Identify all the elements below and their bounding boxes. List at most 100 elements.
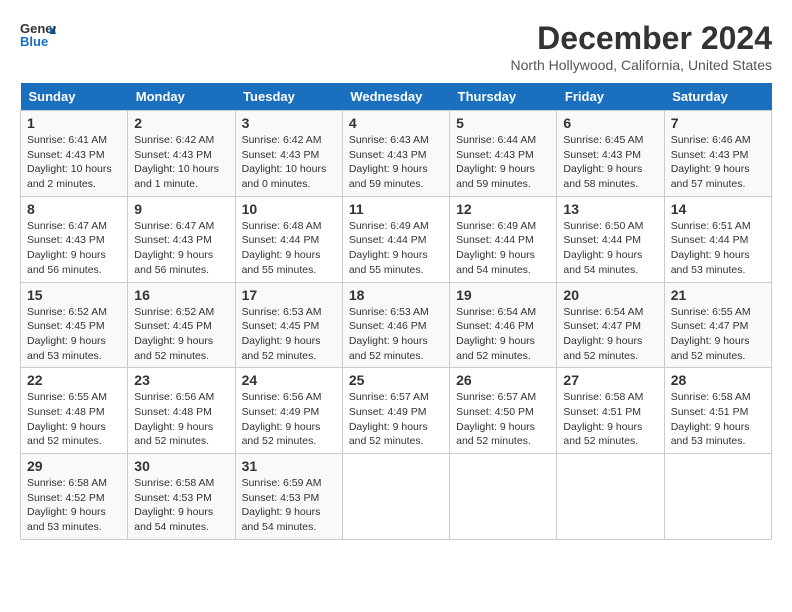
day-cell: 6 Sunrise: 6:45 AMSunset: 4:43 PMDayligh…: [557, 111, 664, 197]
day-cell: 8 Sunrise: 6:47 AMSunset: 4:43 PMDayligh…: [21, 196, 128, 282]
day-info: Sunrise: 6:42 AMSunset: 4:43 PMDaylight:…: [134, 133, 228, 192]
day-info: Sunrise: 6:42 AMSunset: 4:43 PMDaylight:…: [242, 133, 336, 192]
header-friday: Friday: [557, 83, 664, 111]
day-info: Sunrise: 6:54 AMSunset: 4:46 PMDaylight:…: [456, 305, 550, 364]
day-info: Sunrise: 6:45 AMSunset: 4:43 PMDaylight:…: [563, 133, 657, 192]
day-number: 25: [349, 372, 443, 388]
day-number: 24: [242, 372, 336, 388]
day-info: Sunrise: 6:47 AMSunset: 4:43 PMDaylight:…: [134, 219, 228, 278]
day-info: Sunrise: 6:49 AMSunset: 4:44 PMDaylight:…: [349, 219, 443, 278]
day-info: Sunrise: 6:58 AMSunset: 4:53 PMDaylight:…: [134, 476, 228, 535]
day-number: 10: [242, 201, 336, 217]
day-info: Sunrise: 6:47 AMSunset: 4:43 PMDaylight:…: [27, 219, 121, 278]
day-info: Sunrise: 6:56 AMSunset: 4:49 PMDaylight:…: [242, 390, 336, 449]
day-number: 5: [456, 115, 550, 131]
header-thursday: Thursday: [450, 83, 557, 111]
day-number: 3: [242, 115, 336, 131]
day-cell: 29 Sunrise: 6:58 AMSunset: 4:52 PMDaylig…: [21, 454, 128, 540]
logo: General Blue: [20, 20, 56, 48]
header-row: SundayMondayTuesdayWednesdayThursdayFrid…: [21, 83, 772, 111]
day-cell: 19 Sunrise: 6:54 AMSunset: 4:46 PMDaylig…: [450, 282, 557, 368]
week-row-1: 1 Sunrise: 6:41 AMSunset: 4:43 PMDayligh…: [21, 111, 772, 197]
day-info: Sunrise: 6:56 AMSunset: 4:48 PMDaylight:…: [134, 390, 228, 449]
day-info: Sunrise: 6:50 AMSunset: 4:44 PMDaylight:…: [563, 219, 657, 278]
calendar-table: SundayMondayTuesdayWednesdayThursdayFrid…: [20, 83, 772, 540]
day-info: Sunrise: 6:57 AMSunset: 4:50 PMDaylight:…: [456, 390, 550, 449]
day-cell: 31 Sunrise: 6:59 AMSunset: 4:53 PMDaylig…: [235, 454, 342, 540]
day-cell: [342, 454, 449, 540]
week-row-5: 29 Sunrise: 6:58 AMSunset: 4:52 PMDaylig…: [21, 454, 772, 540]
day-cell: 24 Sunrise: 6:56 AMSunset: 4:49 PMDaylig…: [235, 368, 342, 454]
day-number: 15: [27, 287, 121, 303]
day-number: 14: [671, 201, 765, 217]
day-number: 26: [456, 372, 550, 388]
day-number: 29: [27, 458, 121, 474]
day-number: 31: [242, 458, 336, 474]
day-cell: [664, 454, 771, 540]
header-saturday: Saturday: [664, 83, 771, 111]
day-info: Sunrise: 6:44 AMSunset: 4:43 PMDaylight:…: [456, 133, 550, 192]
day-number: 8: [27, 201, 121, 217]
day-info: Sunrise: 6:46 AMSunset: 4:43 PMDaylight:…: [671, 133, 765, 192]
day-cell: 30 Sunrise: 6:58 AMSunset: 4:53 PMDaylig…: [128, 454, 235, 540]
main-title: December 2024: [511, 20, 772, 57]
day-cell: 5 Sunrise: 6:44 AMSunset: 4:43 PMDayligh…: [450, 111, 557, 197]
day-cell: 25 Sunrise: 6:57 AMSunset: 4:49 PMDaylig…: [342, 368, 449, 454]
day-number: 30: [134, 458, 228, 474]
day-cell: [450, 454, 557, 540]
day-cell: 9 Sunrise: 6:47 AMSunset: 4:43 PMDayligh…: [128, 196, 235, 282]
day-info: Sunrise: 6:55 AMSunset: 4:47 PMDaylight:…: [671, 305, 765, 364]
day-cell: 18 Sunrise: 6:53 AMSunset: 4:46 PMDaylig…: [342, 282, 449, 368]
day-info: Sunrise: 6:52 AMSunset: 4:45 PMDaylight:…: [27, 305, 121, 364]
subtitle: North Hollywood, California, United Stat…: [511, 57, 772, 73]
day-number: 19: [456, 287, 550, 303]
header-sunday: Sunday: [21, 83, 128, 111]
day-cell: 14 Sunrise: 6:51 AMSunset: 4:44 PMDaylig…: [664, 196, 771, 282]
week-row-2: 8 Sunrise: 6:47 AMSunset: 4:43 PMDayligh…: [21, 196, 772, 282]
day-cell: 22 Sunrise: 6:55 AMSunset: 4:48 PMDaylig…: [21, 368, 128, 454]
header: General Blue December 2024 North Hollywo…: [20, 20, 772, 73]
day-info: Sunrise: 6:55 AMSunset: 4:48 PMDaylight:…: [27, 390, 121, 449]
day-cell: 21 Sunrise: 6:55 AMSunset: 4:47 PMDaylig…: [664, 282, 771, 368]
day-info: Sunrise: 6:54 AMSunset: 4:47 PMDaylight:…: [563, 305, 657, 364]
day-info: Sunrise: 6:48 AMSunset: 4:44 PMDaylight:…: [242, 219, 336, 278]
week-row-4: 22 Sunrise: 6:55 AMSunset: 4:48 PMDaylig…: [21, 368, 772, 454]
day-cell: 7 Sunrise: 6:46 AMSunset: 4:43 PMDayligh…: [664, 111, 771, 197]
svg-text:Blue: Blue: [20, 34, 48, 48]
day-number: 20: [563, 287, 657, 303]
day-number: 13: [563, 201, 657, 217]
day-info: Sunrise: 6:49 AMSunset: 4:44 PMDaylight:…: [456, 219, 550, 278]
day-number: 22: [27, 372, 121, 388]
day-cell: 2 Sunrise: 6:42 AMSunset: 4:43 PMDayligh…: [128, 111, 235, 197]
day-info: Sunrise: 6:58 AMSunset: 4:51 PMDaylight:…: [563, 390, 657, 449]
day-info: Sunrise: 6:58 AMSunset: 4:51 PMDaylight:…: [671, 390, 765, 449]
day-info: Sunrise: 6:59 AMSunset: 4:53 PMDaylight:…: [242, 476, 336, 535]
day-cell: 20 Sunrise: 6:54 AMSunset: 4:47 PMDaylig…: [557, 282, 664, 368]
day-cell: 23 Sunrise: 6:56 AMSunset: 4:48 PMDaylig…: [128, 368, 235, 454]
day-cell: 13 Sunrise: 6:50 AMSunset: 4:44 PMDaylig…: [557, 196, 664, 282]
day-info: Sunrise: 6:43 AMSunset: 4:43 PMDaylight:…: [349, 133, 443, 192]
day-number: 4: [349, 115, 443, 131]
day-number: 18: [349, 287, 443, 303]
title-area: December 2024 North Hollywood, Californi…: [511, 20, 772, 73]
day-info: Sunrise: 6:53 AMSunset: 4:45 PMDaylight:…: [242, 305, 336, 364]
day-number: 23: [134, 372, 228, 388]
logo-icon: General Blue: [20, 20, 56, 48]
day-cell: 12 Sunrise: 6:49 AMSunset: 4:44 PMDaylig…: [450, 196, 557, 282]
day-number: 6: [563, 115, 657, 131]
day-number: 1: [27, 115, 121, 131]
day-cell: [557, 454, 664, 540]
day-info: Sunrise: 6:53 AMSunset: 4:46 PMDaylight:…: [349, 305, 443, 364]
day-number: 2: [134, 115, 228, 131]
header-tuesday: Tuesday: [235, 83, 342, 111]
week-row-3: 15 Sunrise: 6:52 AMSunset: 4:45 PMDaylig…: [21, 282, 772, 368]
day-info: Sunrise: 6:52 AMSunset: 4:45 PMDaylight:…: [134, 305, 228, 364]
day-cell: 17 Sunrise: 6:53 AMSunset: 4:45 PMDaylig…: [235, 282, 342, 368]
day-cell: 4 Sunrise: 6:43 AMSunset: 4:43 PMDayligh…: [342, 111, 449, 197]
day-cell: 27 Sunrise: 6:58 AMSunset: 4:51 PMDaylig…: [557, 368, 664, 454]
day-info: Sunrise: 6:57 AMSunset: 4:49 PMDaylight:…: [349, 390, 443, 449]
day-number: 27: [563, 372, 657, 388]
day-cell: 11 Sunrise: 6:49 AMSunset: 4:44 PMDaylig…: [342, 196, 449, 282]
day-cell: 26 Sunrise: 6:57 AMSunset: 4:50 PMDaylig…: [450, 368, 557, 454]
day-number: 9: [134, 201, 228, 217]
